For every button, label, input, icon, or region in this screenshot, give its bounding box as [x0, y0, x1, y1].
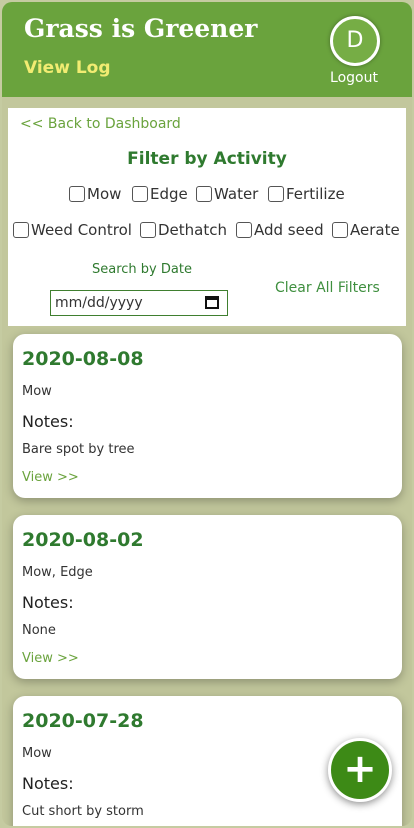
filter-checkbox-fertilize[interactable]: Fertilize: [268, 185, 345, 203]
checkbox-label: Mow: [87, 185, 122, 203]
notes-label: Notes:: [22, 774, 74, 793]
checkbox-label: Add seed: [254, 221, 324, 239]
entry-date: 2020-08-02: [22, 529, 144, 551]
app-frame: Grass is Greener View Log D Logout << Ba…: [2, 2, 412, 826]
checkbox-box[interactable]: [236, 222, 252, 238]
entry-activities: Mow: [22, 746, 52, 761]
logout-button[interactable]: Logout: [324, 70, 384, 86]
filter-title: Filter by Activity: [127, 149, 287, 169]
checkbox-box[interactable]: [196, 186, 212, 202]
app-title: Grass is Greener: [24, 14, 258, 43]
log-entry-card[interactable]: 2020-08-08 Mow Notes: Bare spot by tree …: [13, 334, 402, 498]
notes-label: Notes:: [22, 593, 74, 612]
log-entry-card[interactable]: 2020-08-02 Mow, Edge Notes: None View >>: [13, 515, 402, 679]
checkbox-label: Aerate: [350, 221, 400, 239]
view-log-title: View Log: [24, 58, 111, 78]
checkbox-box[interactable]: [13, 222, 29, 238]
checkbox-label: Fertilize: [286, 185, 345, 203]
notes-label: Notes:: [22, 412, 74, 431]
filter-checkbox-edge[interactable]: Edge: [132, 185, 188, 203]
checkbox-box[interactable]: [332, 222, 348, 238]
checkbox-label: Edge: [150, 185, 188, 203]
checkbox-label: Water: [214, 185, 259, 203]
filter-checkbox-mow[interactable]: Mow: [69, 185, 121, 203]
search-by-date-label: Search by Date: [92, 262, 192, 277]
checkbox-box[interactable]: [69, 186, 85, 202]
entry-notes: None: [22, 623, 56, 638]
entry-notes: Bare spot by tree: [22, 442, 135, 457]
filter-checkbox-weed-control[interactable]: Weed Control: [13, 221, 132, 239]
filter-checkbox-add-seed[interactable]: Add seed: [236, 221, 324, 239]
filter-panel: << Back to Dashboard Filter by Activity …: [8, 108, 406, 326]
calendar-icon[interactable]: [205, 296, 219, 309]
checkbox-label: Dethatch: [158, 221, 227, 239]
app-header: Grass is Greener View Log D Logout: [2, 2, 412, 97]
view-entry-link[interactable]: View >>: [22, 651, 79, 666]
avatar[interactable]: D: [330, 16, 380, 66]
filter-checkbox-dethatch[interactable]: Dethatch: [140, 221, 227, 239]
checkbox-box[interactable]: [132, 186, 148, 202]
entry-activities: Mow, Edge: [22, 565, 93, 580]
entry-notes: Cut short by storm: [22, 804, 144, 819]
entry-activities: Mow: [22, 384, 52, 399]
checkbox-box[interactable]: [140, 222, 156, 238]
add-entry-button[interactable]: +: [328, 738, 392, 802]
date-placeholder: mm/dd/yyyy: [55, 295, 143, 311]
checkbox-box[interactable]: [268, 186, 284, 202]
filter-checkbox-water[interactable]: Water: [196, 185, 258, 203]
clear-all-filters-link[interactable]: Clear All Filters: [275, 280, 380, 296]
checkbox-label: Weed Control: [31, 221, 132, 239]
view-entry-link[interactable]: View >>: [22, 470, 79, 485]
back-to-dashboard-link[interactable]: << Back to Dashboard: [20, 116, 181, 132]
entry-date: 2020-07-28: [22, 710, 144, 732]
entry-date: 2020-08-08: [22, 348, 144, 370]
filter-checkbox-aerate[interactable]: Aerate: [332, 221, 400, 239]
date-search-input[interactable]: mm/dd/yyyy: [50, 290, 228, 316]
plus-icon: +: [343, 746, 377, 792]
